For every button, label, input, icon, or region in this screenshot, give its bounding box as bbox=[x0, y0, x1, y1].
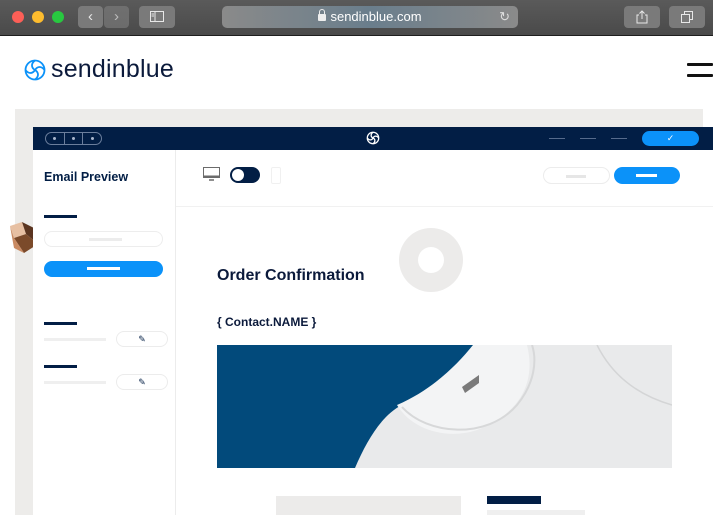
contact-name-merge-tag: { Contact.NAME } bbox=[217, 315, 317, 329]
field-value-placeholder bbox=[44, 338, 106, 341]
sidebar-title: Email Preview bbox=[44, 170, 129, 184]
editor-sidebar: Email Preview ✎ ✎ bbox=[33, 150, 176, 515]
topbar-menu-placeholder bbox=[611, 138, 627, 139]
chevron-left-icon: ‹ bbox=[88, 8, 93, 25]
site-header: sendinblue bbox=[0, 37, 713, 107]
lock-icon bbox=[318, 9, 327, 21]
forward-button[interactable]: › bbox=[104, 6, 129, 28]
tshirt-hero-image bbox=[217, 345, 672, 468]
sendinblue-mark-icon bbox=[366, 131, 380, 145]
section-label-placeholder bbox=[44, 215, 77, 218]
close-window-button[interactable] bbox=[12, 11, 24, 23]
app-topbar: ✓ bbox=[33, 127, 713, 150]
sidebar-icon bbox=[150, 11, 164, 22]
topbar-menu-placeholder bbox=[580, 138, 596, 139]
primary-button[interactable] bbox=[614, 167, 680, 184]
tabs-button[interactable] bbox=[669, 6, 705, 28]
reload-icon[interactable]: ↻ bbox=[499, 6, 510, 28]
logo-placeholder bbox=[399, 228, 463, 292]
confirm-button[interactable]: ✓ bbox=[642, 131, 699, 146]
brand-logo[interactable]: sendinblue bbox=[24, 55, 174, 84]
pencil-icon: ✎ bbox=[138, 334, 146, 344]
window-controls bbox=[45, 132, 102, 145]
content-block-placeholder bbox=[276, 496, 461, 515]
email-editor-mockup: ✓ Email Preview ✎ ✎ Order Confirmation {… bbox=[33, 127, 713, 515]
minimize-window-button[interactable] bbox=[32, 11, 44, 23]
check-icon: ✓ bbox=[666, 133, 675, 143]
hamburger-menu-icon[interactable] bbox=[687, 63, 713, 85]
address-bar[interactable]: sendinblue.com ↻ bbox=[222, 6, 518, 28]
mobile-view-icon[interactable] bbox=[271, 167, 281, 184]
email-canvas: Order Confirmation { Contact.NAME } bbox=[176, 150, 713, 515]
view-toggle[interactable] bbox=[230, 167, 260, 183]
text-placeholder bbox=[487, 510, 585, 515]
section-label-placeholder bbox=[44, 322, 77, 325]
edit-button[interactable]: ✎ bbox=[116, 374, 168, 390]
pencil-icon: ✎ bbox=[138, 377, 146, 387]
brand-name: sendinblue bbox=[51, 55, 174, 83]
browser-toolbar: ‹ › sendinblue.com ↻ bbox=[0, 0, 713, 36]
share-icon bbox=[636, 10, 648, 24]
email-heading: Order Confirmation bbox=[217, 267, 365, 284]
secondary-button[interactable] bbox=[543, 167, 610, 184]
sidebar-input-placeholder[interactable] bbox=[44, 231, 163, 247]
back-button[interactable]: ‹ bbox=[78, 6, 103, 28]
heading-placeholder bbox=[487, 496, 541, 504]
desktop-view-icon[interactable] bbox=[203, 167, 220, 182]
field-value-placeholder bbox=[44, 381, 106, 384]
section-label-placeholder bbox=[44, 365, 77, 368]
tshirt-image bbox=[355, 345, 672, 468]
sidebar-toggle-button[interactable] bbox=[139, 6, 175, 28]
share-button[interactable] bbox=[624, 6, 660, 28]
chevron-right-icon: › bbox=[114, 8, 119, 25]
tabs-icon bbox=[681, 11, 693, 23]
url-text: sendinblue.com bbox=[330, 9, 422, 24]
topbar-menu-placeholder bbox=[549, 138, 565, 139]
edit-button[interactable]: ✎ bbox=[116, 331, 168, 347]
sidebar-primary-button[interactable] bbox=[44, 261, 163, 277]
preview-toolbar bbox=[176, 150, 713, 207]
sendinblue-logo-icon bbox=[24, 59, 46, 80]
maximize-window-button[interactable] bbox=[52, 11, 64, 23]
